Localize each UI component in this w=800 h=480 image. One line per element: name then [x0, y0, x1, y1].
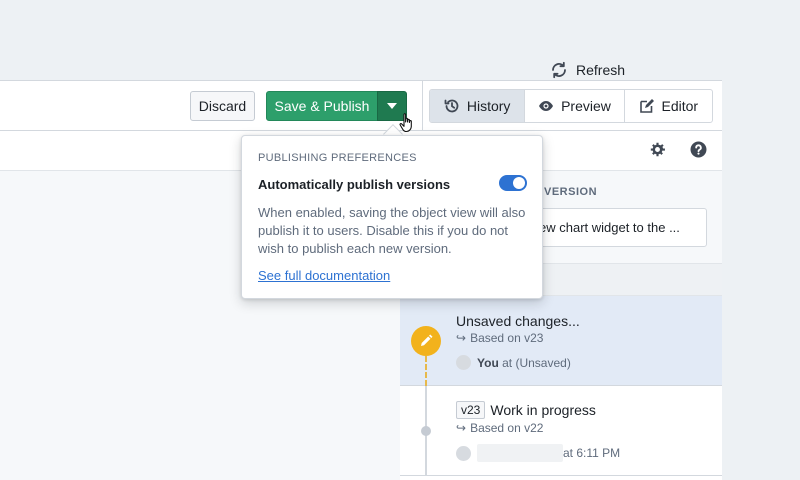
unsaved-title: Unsaved changes...: [456, 313, 580, 329]
tab-preview[interactable]: Preview: [525, 90, 625, 122]
edit-icon: [639, 99, 654, 113]
divider: [422, 81, 423, 131]
tab-editor-label: Editor: [661, 98, 699, 114]
help-button[interactable]: [689, 140, 707, 158]
discard-button[interactable]: Discard: [190, 91, 255, 121]
eye-icon: [539, 101, 554, 111]
refresh-icon: [552, 61, 566, 79]
version-tag: v23: [456, 401, 486, 419]
view-switcher: History Preview Editor: [429, 89, 713, 123]
refresh-label: Refresh: [576, 62, 626, 78]
section-heading: VERSION: [544, 186, 598, 198]
unsaved-based-on-text: Based on v23: [470, 331, 544, 345]
toggle-knob: [513, 177, 525, 189]
version-marker: [421, 426, 431, 436]
help-icon: [690, 141, 706, 157]
tab-preview-label: Preview: [561, 98, 611, 114]
popover-description: When enabled, saving the object view wil…: [258, 205, 526, 256]
v23-title-row: v23 Work in progress: [456, 401, 596, 419]
gear-icon: [650, 142, 665, 156]
publishing-preferences-popover: PUBLISHING PREFERENCES Automatically pub…: [241, 135, 543, 299]
v23-based-on-text: Based on v22: [470, 421, 544, 435]
documentation-link[interactable]: See full documentation: [258, 268, 390, 283]
hand-cursor-icon: [399, 113, 412, 133]
v23-author: at 6:11 PM: [456, 444, 620, 462]
v23-title: Work in progress: [490, 402, 596, 418]
timeline-dashed-connector: [425, 356, 427, 386]
author-name: You: [477, 355, 499, 370]
pending-marker: [411, 326, 441, 356]
save-publish-button[interactable]: Save & Publish: [266, 91, 378, 121]
auto-publish-label: Automatically publish versions: [258, 177, 451, 192]
history-row-next[interactable]: [400, 476, 722, 480]
history-row-unsaved[interactable]: [400, 296, 722, 386]
top-bar: Discard Save & Publish History Preview E…: [0, 81, 722, 131]
avatar: [456, 445, 471, 461]
unsaved-author: You at (Unsaved): [456, 355, 571, 370]
tab-editor[interactable]: Editor: [625, 90, 712, 122]
tab-history[interactable]: History: [430, 90, 526, 122]
v23-time: at 6:11 PM: [563, 446, 621, 460]
v23-based-on: ↪ Based on v22: [456, 421, 543, 435]
pencil-icon: [421, 334, 433, 346]
unsaved-based-on: ↪ Based on v23: [456, 331, 543, 345]
history-icon: [444, 99, 459, 113]
avatar: [456, 355, 471, 370]
popover-heading: PUBLISHING PREFERENCES: [258, 152, 417, 164]
refresh-button[interactable]: Refresh: [550, 60, 625, 80]
caret-down-icon: [387, 103, 397, 109]
branch-arrow-icon: ↪: [456, 331, 467, 345]
tab-history-label: History: [466, 98, 511, 114]
history-row-v23[interactable]: [400, 386, 722, 476]
auto-publish-toggle[interactable]: [499, 175, 527, 191]
branch-arrow-icon: ↪: [456, 421, 467, 435]
settings-button[interactable]: [648, 140, 666, 158]
author-suffix: at (Unsaved): [502, 355, 571, 370]
redacted-author-name: [477, 444, 563, 462]
